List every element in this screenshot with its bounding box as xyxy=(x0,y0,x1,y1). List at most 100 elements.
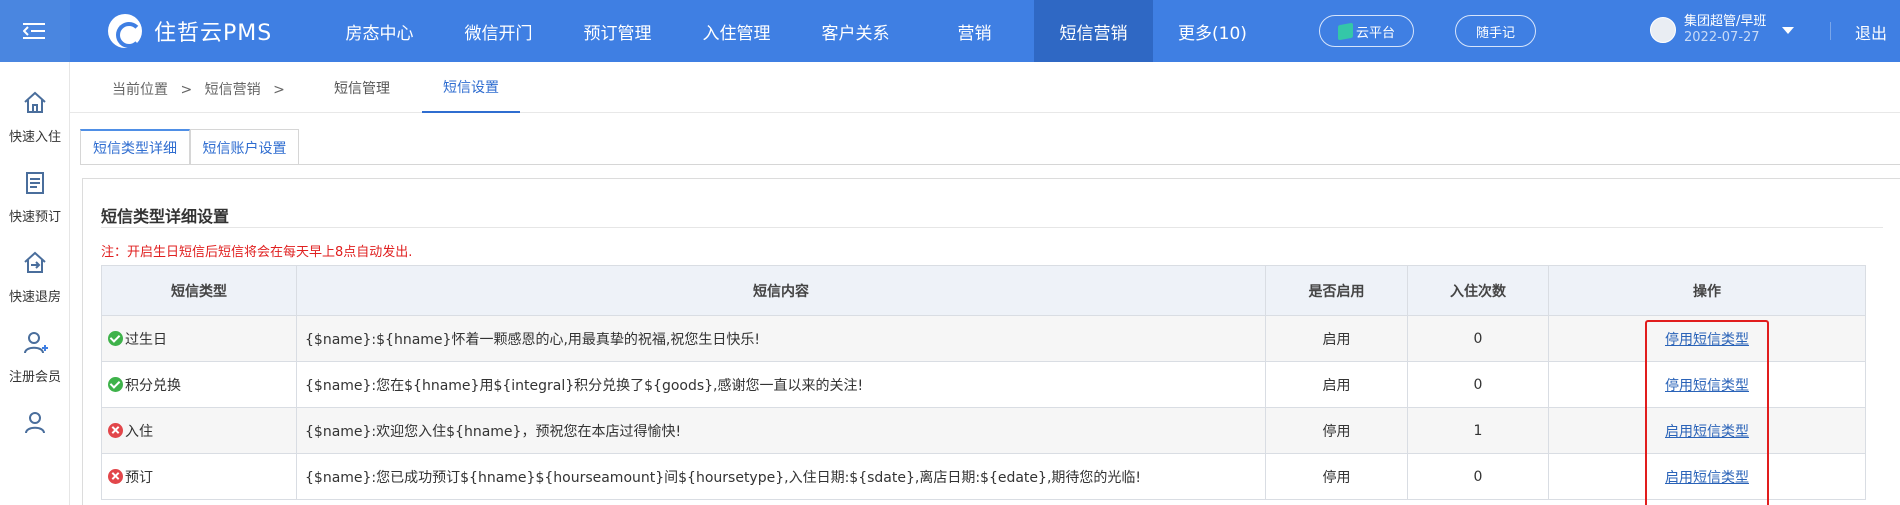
sms-type-cell: 入住 xyxy=(101,407,297,454)
birthday-sms-notice: 注：开启生日短信后短信将会在每天早上8点自动发出. xyxy=(101,245,413,260)
check-circle-icon xyxy=(108,376,123,392)
table-row: 过生日 {$name}:${hname}怀着一颗感恩的心,用最真挚的祝福,祝您生… xyxy=(101,315,1866,362)
enable-sms-type-link[interactable]: 启用短信类型 xyxy=(1665,424,1749,440)
sms-type-name: 过生日 xyxy=(125,331,167,348)
sidebar-item-label: 快速预订 xyxy=(8,210,61,225)
sidebar-item-quick-checkout[interactable]: 快速退房 xyxy=(0,242,70,322)
x-circle-icon xyxy=(108,468,123,484)
disable-sms-type-link[interactable]: 停用短信类型 xyxy=(1665,332,1749,348)
cloud-cube-icon xyxy=(1337,22,1353,40)
breadcrumb-current-label: 当前位置 xyxy=(112,82,168,98)
tab-sms-management[interactable]: 短信管理 xyxy=(312,62,412,113)
enable-sms-type-link[interactable]: 启用短信类型 xyxy=(1665,470,1749,486)
cloud-platform-label: 云平台 xyxy=(1355,25,1395,41)
sidebar-item-label: 快速退房 xyxy=(8,290,61,305)
column-header-actions: 操作 xyxy=(1548,265,1866,316)
nav-item-reservations[interactable]: 预订管理 xyxy=(558,0,677,62)
sidebar-item-quick-checkin[interactable]: 快速入住 xyxy=(0,82,70,162)
enabled-status-cell: 启用 xyxy=(1265,315,1408,362)
breadcrumb: 当前位置 > 短信营销 > xyxy=(112,79,293,99)
table-row: 积分兑换 {$name}:您在${hname}用${integral}积分兑换了… xyxy=(101,361,1866,408)
breadcrumb-separator: > xyxy=(273,82,285,98)
column-header-sms-type: 短信类型 xyxy=(101,265,297,316)
add-user-icon xyxy=(24,332,48,354)
sms-content-cell: {$name}:您在${hname}用${integral}积分兑换了${goo… xyxy=(296,361,1266,408)
nav-item-wechat-door[interactable]: 微信开门 xyxy=(439,0,558,62)
nav-item-sms-marketing[interactable]: 短信营销 xyxy=(1034,0,1153,62)
panel-title: 短信类型详细设置 xyxy=(101,207,230,226)
home-icon xyxy=(24,91,46,113)
breadcrumb-section[interactable]: 短信营销 xyxy=(205,82,261,98)
breadcrumb-bar: 当前位置 > 短信营销 > 短信管理 短信设置 xyxy=(70,62,1900,113)
action-cell: 启用短信类型 xyxy=(1548,407,1866,454)
sidebar-item-member[interactable] xyxy=(0,402,70,482)
sms-content-cell: {$name}:欢迎您入住${hname}，预祝您在本店过得愉快! xyxy=(296,407,1266,454)
enabled-status-cell: 停用 xyxy=(1265,407,1408,454)
disable-sms-type-link[interactable]: 停用短信类型 xyxy=(1665,378,1749,394)
enabled-status-cell: 停用 xyxy=(1265,453,1408,500)
column-header-checkin-count: 入住次数 xyxy=(1407,265,1549,316)
x-circle-icon xyxy=(108,422,123,438)
divider xyxy=(1830,22,1831,40)
checkin-count-cell: 1 xyxy=(1407,407,1549,454)
settings-tabs: 短信类型详细 短信账户设置 xyxy=(80,129,299,165)
logo-icon xyxy=(108,14,142,48)
nav-item-marketing[interactable]: 营销 xyxy=(915,0,1034,62)
sidebar-item-label: 快速入住 xyxy=(8,130,61,145)
nav-item-room-status[interactable]: 房态中心 xyxy=(320,0,439,62)
checkin-count-cell: 0 xyxy=(1407,453,1549,500)
checkout-icon xyxy=(24,251,46,273)
divider xyxy=(101,227,1883,228)
sidebar-item-quick-booking[interactable]: 快速预订 xyxy=(0,162,70,242)
user-menu[interactable]: 集团超管/早班 2022-07-27 xyxy=(1650,14,1795,46)
tab-sms-account-settings[interactable]: 短信账户设置 xyxy=(190,129,299,165)
logout-button[interactable]: 退出 xyxy=(1855,20,1887,44)
user-name: 集团超管/早班 xyxy=(1684,14,1767,29)
table-header-row: 短信类型 短信内容 是否启用 入住次数 操作 xyxy=(101,265,1866,316)
checkin-count-cell: 0 xyxy=(1407,361,1549,408)
action-cell: 启用短信类型 xyxy=(1548,453,1866,500)
column-header-enabled: 是否启用 xyxy=(1265,265,1408,316)
brand-name: 住哲云PMS xyxy=(154,21,273,46)
checkin-count-cell: 0 xyxy=(1407,315,1549,362)
enabled-status-cell: 启用 xyxy=(1265,361,1408,408)
main-nav: 房态中心 微信开门 预订管理 入住管理 客户关系 营销 短信营销 更多(10) xyxy=(320,0,1272,62)
sms-content-cell: {$name}:您已成功预订${hname}${hourseamount}间${… xyxy=(296,453,1266,500)
sidebar-item-label: 注册会员 xyxy=(8,370,61,385)
table-row: 入住 {$name}:欢迎您入住${hname}，预祝您在本店过得愉快! 停用 … xyxy=(101,407,1866,454)
tab-sms-settings[interactable]: 短信设置 xyxy=(422,62,520,113)
cloud-platform-button[interactable]: 云平台 xyxy=(1319,15,1414,47)
sms-type-table: 短信类型 短信内容 是否启用 入住次数 操作 过生日 {$name}:${hna… xyxy=(101,265,1866,500)
sms-type-name: 预订 xyxy=(125,469,153,486)
top-navbar: 住哲云PMS 房态中心 微信开门 预订管理 入住管理 客户关系 营销 短信营销 … xyxy=(0,0,1900,62)
menu-toggle-button[interactable] xyxy=(0,0,70,62)
clipboard-icon xyxy=(26,172,44,194)
table-row: 预订 {$name}:您已成功预订${hname}${hourseamount}… xyxy=(101,453,1866,500)
brand-logo[interactable]: 住哲云PMS xyxy=(108,14,272,48)
sms-type-name: 积分兑换 xyxy=(125,377,181,394)
sms-type-cell: 过生日 xyxy=(101,315,297,362)
chevron-down-icon xyxy=(1782,26,1795,34)
action-cell: 停用短信类型 xyxy=(1548,361,1866,408)
sms-type-panel: 短信类型详细设置 注：开启生日短信后短信将会在每天早上8点自动发出. 短信类型 … xyxy=(82,178,1900,505)
check-circle-icon xyxy=(108,330,123,346)
sms-type-cell: 积分兑换 xyxy=(101,361,297,408)
nav-item-crm[interactable]: 客户关系 xyxy=(796,0,915,62)
tab-sms-type-detail[interactable]: 短信类型详细 xyxy=(80,129,190,165)
sms-type-cell: 预订 xyxy=(101,453,297,500)
avatar xyxy=(1650,17,1676,43)
action-cell: 停用短信类型 xyxy=(1548,315,1866,362)
nav-item-more[interactable]: 更多(10) xyxy=(1153,0,1272,62)
user-icon xyxy=(25,412,45,434)
menu-collapse-icon xyxy=(23,23,45,39)
sms-content-cell: {$name}:${hname}怀着一颗感恩的心,用最真挚的祝福,祝您生日快乐! xyxy=(296,315,1266,362)
column-header-sms-content: 短信内容 xyxy=(296,265,1266,316)
breadcrumb-separator: > xyxy=(180,82,193,98)
sidebar-item-register-member[interactable]: 注册会员 xyxy=(0,322,70,402)
nav-item-checkin[interactable]: 入住管理 xyxy=(677,0,796,62)
user-date: 2022-07-27 xyxy=(1684,30,1760,45)
quick-action-sidebar: 快速入住 快速预订 快速退房 注册会员 xyxy=(0,62,70,505)
sms-type-name: 入住 xyxy=(125,423,153,440)
quick-notes-button[interactable]: 随手记 xyxy=(1455,15,1536,47)
tab-divider xyxy=(80,164,1900,165)
